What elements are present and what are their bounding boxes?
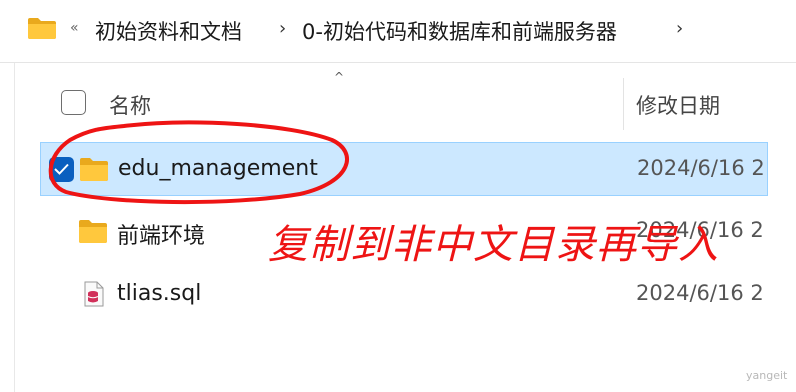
sql-file-icon [84,281,104,307]
column-header-date[interactable]: 修改日期 [636,90,720,120]
file-name[interactable]: 前端环境 [117,218,205,250]
file-date: 2024/6/16 2 [637,156,765,180]
breadcrumb-item-current[interactable]: 0-初始代码和数据库和前端服务器 [302,16,617,46]
annotation-ellipse [48,120,349,205]
folder-icon [79,220,107,243]
breadcrumb-item-docs[interactable]: 初始资料和文档 [95,16,242,46]
watermark: yangeit [746,369,788,382]
file-name[interactable]: tlias.sql [117,281,201,306]
folder-icon [28,18,56,39]
breadcrumb-chevron-icon[interactable]: › [676,18,683,39]
nav-pane-edge [14,63,15,392]
column-divider[interactable] [623,78,624,130]
breadcrumb-overflow-icon[interactable]: « [70,20,79,36]
sort-ascending-icon: ^ [334,70,345,84]
annotation-text: 复制到非中文目录再导入 [268,222,719,268]
file-date: 2024/6/16 2 [636,281,764,305]
file-row[interactable]: tlias.sql 2024/6/16 2 [40,268,768,322]
breadcrumb-chevron-icon[interactable]: › [279,18,286,39]
address-divider [0,62,796,63]
address-bar[interactable]: « 初始资料和文档 › 0-初始代码和数据库和前端服务器 › [0,0,796,62]
select-all-checkbox[interactable] [61,90,86,115]
